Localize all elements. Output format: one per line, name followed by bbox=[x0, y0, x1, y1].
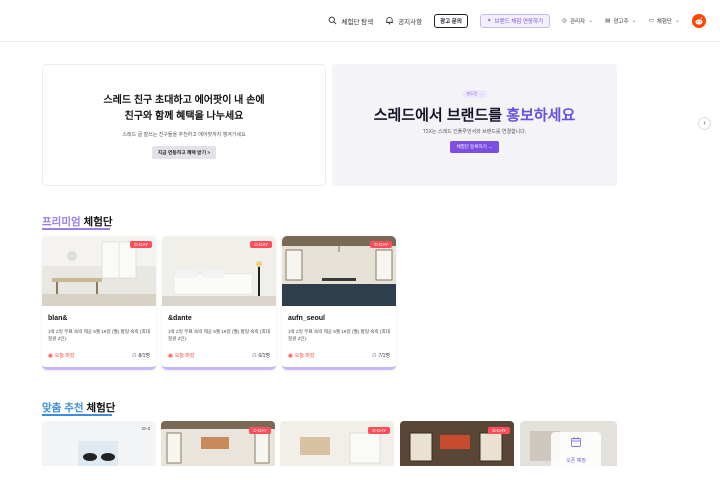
custom-card[interactable]: D-DAY bbox=[400, 421, 514, 466]
card-photo bbox=[42, 421, 156, 466]
dday-badge: D-DAY bbox=[249, 427, 271, 434]
invite-cta-button[interactable]: 지금 연동하고 혜택 받기 > bbox=[151, 146, 217, 159]
premium-card[interactable]: D-DAY aufn_seoul 1박 2일 무료 숙박 제공 5월 19일 (… bbox=[282, 236, 396, 370]
card-deadline-text: 오늘 마감 bbox=[54, 353, 75, 359]
advertiser-dropdown[interactable]: ▤ 광고주 ⌄ bbox=[605, 17, 636, 25]
calendar-icon: ▣ bbox=[168, 352, 173, 359]
chevron-down-icon: ⌄ bbox=[674, 18, 680, 24]
dday-badge: D-DAY bbox=[488, 427, 510, 434]
nav-notice-label: 공지사항 bbox=[398, 18, 423, 26]
user-avatar[interactable] bbox=[692, 13, 706, 28]
brand-banner[interactable]: 첫도전 → 스레드에서 브랜드를 홍보하세요 T2X는 스레드 인플루언서와 브… bbox=[332, 64, 617, 186]
card-photo: D-DAY bbox=[162, 236, 276, 306]
campaign-dropdown[interactable]: ▭ 체험단 ⌄ bbox=[649, 17, 680, 25]
chevron-down-icon: ⌄ bbox=[588, 18, 594, 24]
card-count-text: 7/1명 bbox=[378, 353, 390, 359]
invite-banner-line1: 스레드 친구 초대하고 에어팟이 내 손에 bbox=[103, 95, 265, 106]
nav-notice[interactable]: 공지사항 bbox=[385, 16, 422, 26]
card-deadline: ▣ 오늘 마감 bbox=[168, 352, 195, 360]
card-desc: 1박 2일 무료 숙박 제공 5월 19일 (월) 평일 숙박 (최대 정원 2… bbox=[288, 329, 390, 341]
calendar-icon: ▣ bbox=[288, 352, 293, 359]
card-name: &dante bbox=[168, 315, 192, 322]
card-photo: D-DAY bbox=[42, 236, 156, 306]
card-count-text: 6/1명 bbox=[258, 353, 270, 359]
dday-badge: D-DAY bbox=[368, 427, 390, 434]
brand-banner-pill: 첫도전 → bbox=[462, 90, 487, 98]
dday-badge: D-DAY bbox=[370, 241, 392, 248]
brand-promo-button[interactable]: ✦ 브랜드 체험 연동하기 bbox=[479, 13, 551, 28]
premium-underline bbox=[42, 228, 110, 230]
custom-rest: 체험단 bbox=[83, 402, 116, 414]
premium-section-title: 프리미엄 체험단 bbox=[42, 214, 113, 229]
dday-badge: D-DAY bbox=[250, 241, 272, 248]
shield-icon: ◎ bbox=[562, 17, 567, 24]
calendar-icon: ▭ bbox=[648, 17, 654, 24]
calendar-icon bbox=[571, 437, 581, 447]
card-count: ⚇ 8/1명 bbox=[131, 352, 150, 360]
invite-banner[interactable]: 스레드 친구 초대하고 에어팟이 내 손에 친구와 함께 혜택을 나누세요 스레… bbox=[42, 64, 326, 186]
premium-card[interactable]: D-DAY &dante 1박 2일 무료 숙박 제공 5월 19일 (월) 평… bbox=[162, 236, 276, 370]
card-name: blan& bbox=[48, 315, 68, 322]
invite-banner-desc: 스레드 글 잘쓰는 친구들을 추천하고 에어팟까지 챙겨가세요 bbox=[122, 132, 246, 138]
advertiser-label: 광고주 bbox=[613, 18, 629, 25]
coming-soon-label: 오픈 예정 bbox=[566, 458, 586, 464]
card-photo: D-DAY bbox=[282, 236, 396, 306]
brand-banner-sub: T2X는 스레드 인플루언서와 브랜드를 연결합니다. bbox=[422, 129, 527, 135]
nav-search-label: 체험단 탐색 bbox=[341, 18, 374, 26]
coming-soon-box[interactable]: 오픈 예정 bbox=[551, 432, 601, 472]
brand-title-highlight: 홍보하세요 bbox=[506, 107, 576, 124]
brand-banner-title: 스레드에서 브랜드를 홍보하세요 bbox=[332, 104, 617, 125]
brand-promo-label: 브랜드 체험 연동하기 bbox=[494, 18, 544, 25]
card-deadline-text: 오늘 마감 bbox=[174, 353, 195, 359]
campaign-label: 체험단 bbox=[656, 18, 672, 25]
people-icon: ⚇ bbox=[371, 352, 377, 359]
card-count: ⚇ 6/1명 bbox=[251, 352, 270, 360]
custom-card[interactable]: D-DAY bbox=[280, 421, 394, 466]
custom-section-title: 맞춤 추천 체험단 bbox=[42, 400, 115, 415]
manager-dropdown[interactable]: ◎ 관리자 ⌄ bbox=[562, 17, 593, 25]
card-count-text: 8/1명 bbox=[138, 353, 150, 359]
top-nav: 체험단 탐색 공지사항 광고 문의 ✦ 브랜드 체험 연동하기 ◎ 관리자 ⌄ … bbox=[0, 0, 720, 42]
brand-cta-button[interactable]: 체험단 등록하기 → bbox=[449, 141, 500, 153]
invite-banner-line2: 친구와 함께 혜택을 나누세요 bbox=[124, 111, 244, 122]
premium-accent: 프리미엄 bbox=[42, 216, 81, 228]
card-deadline-text: 오늘 마감 bbox=[294, 353, 315, 359]
card-name: aufn_seoul bbox=[288, 315, 325, 322]
sparkle-icon: ✦ bbox=[486, 17, 492, 24]
card-deadline: ▣ 오늘 마감 bbox=[48, 352, 75, 360]
mascot-icon bbox=[695, 16, 703, 25]
calendar-icon: ▣ bbox=[48, 352, 53, 359]
card-count: ⚇ 7/1명 bbox=[371, 352, 390, 360]
carousel-next-button[interactable]: › bbox=[698, 117, 711, 130]
card-desc: 1박 2일 무료 숙박 제공 5월 19일 (월) 평일 숙박 (최대 정원 2… bbox=[168, 329, 270, 341]
people-icon: ⚇ bbox=[251, 352, 257, 359]
ad-inquiry-button[interactable]: 광고 문의 bbox=[434, 13, 468, 28]
document-icon: ▤ bbox=[605, 17, 611, 24]
card-deadline: ▣ 오늘 마감 bbox=[288, 352, 315, 360]
manager-label: 관리자 bbox=[569, 18, 586, 25]
card-desc: 1박 2일 무료 숙박 제공 5월 19일 (월) 평일 숙박 (최대 정원 2… bbox=[48, 329, 150, 341]
custom-accent: 맞춤 추천 bbox=[42, 402, 84, 414]
custom-card[interactable]: D-DAY bbox=[161, 421, 275, 466]
dday-badge: D-DAY bbox=[130, 241, 152, 248]
custom-card[interactable]: D-4 bbox=[42, 421, 156, 466]
search-icon bbox=[329, 16, 337, 25]
dday-badge: D-4 bbox=[142, 427, 150, 432]
custom-underline bbox=[42, 414, 112, 416]
premium-rest: 체험단 bbox=[80, 216, 113, 228]
bell-icon bbox=[386, 17, 394, 25]
people-icon: ⚇ bbox=[131, 352, 137, 359]
nav-search[interactable]: 체험단 탐색 bbox=[328, 16, 373, 26]
premium-card[interactable]: D-DAY blan& 1박 2일 무료 숙박 제공 5월 19일 (월) 평일… bbox=[42, 236, 156, 370]
brand-title-prefix: 스레드에서 브랜드를 bbox=[373, 107, 507, 124]
chevron-down-icon: ⌄ bbox=[631, 18, 637, 24]
